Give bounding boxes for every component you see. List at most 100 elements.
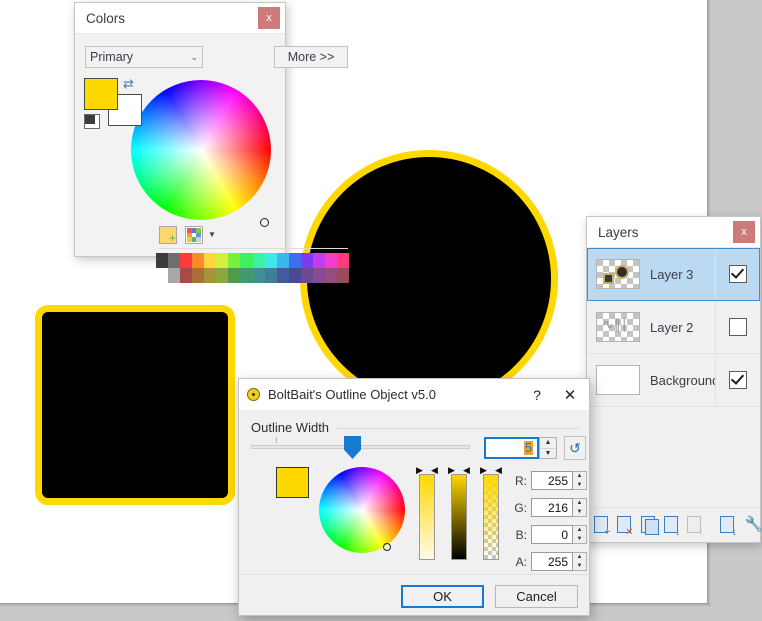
stepper-up-icon[interactable]: ▲ xyxy=(573,499,586,508)
stepper-down-icon[interactable]: ▼ xyxy=(573,562,586,571)
layers-window-titlebar[interactable]: Layers x xyxy=(587,217,760,248)
reset-icon[interactable]: ↺ xyxy=(564,436,586,460)
palette-swatch-bright-14[interactable] xyxy=(324,253,337,268)
channel-input[interactable]: 0 xyxy=(531,525,573,544)
channel-stepper[interactable]: ▲ ▼ xyxy=(573,471,587,490)
stepper-up-icon[interactable]: ▲ xyxy=(573,553,586,562)
layer-row[interactable]: Background xyxy=(587,354,760,407)
channel-r[interactable]: R: 255 ▲ ▼ xyxy=(511,471,587,490)
dialog-color-swatch[interactable] xyxy=(276,467,309,498)
swap-colors-icon[interactable]: ⇄ xyxy=(123,76,134,92)
dialog-color-wheel[interactable] xyxy=(319,467,405,553)
palette-swatch-muted-9[interactable] xyxy=(264,268,277,283)
palette-swatch-bright-11[interactable] xyxy=(288,253,301,268)
palette-swatch-bright-9[interactable] xyxy=(264,253,277,268)
layer-properties-icon[interactable]: 🔧 xyxy=(741,514,762,537)
stepper-down-icon[interactable]: ▼ xyxy=(540,449,556,459)
import-from-file-icon[interactable]: ↓ xyxy=(717,514,737,537)
layers-window[interactable]: Layers x Layer 3 ∿∥∣ Layer 2 Background + ✕ ↓… xyxy=(586,216,762,543)
palette-swatch-bright-6[interactable] xyxy=(228,253,241,268)
palette-swatch-bright-5[interactable] xyxy=(216,253,229,268)
palette-swatch-bright-1[interactable] xyxy=(168,253,181,268)
channel-a[interactable]: A: 255 ▲ ▼ xyxy=(511,552,587,571)
layer-visibility-checkbox[interactable] xyxy=(729,265,747,283)
channel-stepper[interactable]: ▲ ▼ xyxy=(573,552,587,571)
outline-width-input[interactable]: 5 xyxy=(484,437,539,459)
palette-swatch-muted-4[interactable] xyxy=(204,268,217,283)
saturation-slider[interactable] xyxy=(419,474,435,560)
color-slot-select[interactable]: Primary ⌄ xyxy=(85,46,203,68)
channel-g[interactable]: G: 216 ▲ ▼ xyxy=(511,498,587,517)
cancel-button[interactable]: Cancel xyxy=(495,585,578,608)
stepper-up-icon[interactable]: ▲ xyxy=(573,472,586,481)
palette-swatch-muted-2[interactable] xyxy=(180,268,193,283)
palette-swatch-bright-8[interactable] xyxy=(252,253,265,268)
layer-visibility-checkbox[interactable] xyxy=(729,318,747,336)
stepper-down-icon[interactable]: ▼ xyxy=(573,508,586,517)
colors-window[interactable]: Colors x Primary ⌄ More >> ⇄ + ▼ xyxy=(74,2,349,283)
palette-swatch-muted-15[interactable] xyxy=(336,268,349,283)
palette-swatch-muted-5[interactable] xyxy=(216,268,229,283)
ok-button[interactable]: OK xyxy=(401,585,484,608)
channel-input[interactable]: 255 xyxy=(531,552,573,571)
palette-swatch-muted-10[interactable] xyxy=(276,268,289,283)
add-color-icon[interactable]: + xyxy=(159,226,177,244)
palette-swatch-muted-0[interactable] xyxy=(156,268,169,283)
stepper-down-icon[interactable]: ▼ xyxy=(573,535,586,544)
add-new-layer-icon[interactable]: + xyxy=(591,514,610,537)
slider-thumb[interactable] xyxy=(344,436,361,459)
palette-swatch-bright-0[interactable] xyxy=(156,253,169,268)
palette-swatch-bright-3[interactable] xyxy=(192,253,205,268)
palette-swatch-bright-15[interactable] xyxy=(336,253,349,268)
channel-input[interactable]: 216 xyxy=(531,498,573,517)
layer-visibility-cell[interactable] xyxy=(715,354,760,406)
palette-swatches[interactable] xyxy=(156,253,349,283)
more-button[interactable]: More >> xyxy=(274,46,348,68)
palette-swatch-muted-11[interactable] xyxy=(288,268,301,283)
palette-swatch-bright-10[interactable] xyxy=(276,253,289,268)
help-icon[interactable]: ? xyxy=(523,387,551,403)
channel-input[interactable]: 255 xyxy=(531,471,573,490)
layer-row[interactable]: Layer 3 xyxy=(587,248,760,301)
stepper-up-icon[interactable]: ▲ xyxy=(573,526,586,535)
palette-swatch-muted-7[interactable] xyxy=(240,268,253,283)
layers-toolbar[interactable]: + ✕ ↓ ↑ ↓ 🔧 xyxy=(587,507,762,542)
palette-swatch-muted-1[interactable] xyxy=(168,268,181,283)
palette-swatch-muted-14[interactable] xyxy=(324,268,337,283)
palette-swatch-bright-4[interactable] xyxy=(204,253,217,268)
layers-list[interactable]: Layer 3 ∿∥∣ Layer 2 Background xyxy=(587,248,760,407)
colors-window-titlebar[interactable]: Colors x xyxy=(75,3,285,34)
primary-color-swatch[interactable] xyxy=(84,78,118,110)
stepper-up-icon[interactable]: ▲ xyxy=(540,438,556,449)
close-icon[interactable]: ✕ xyxy=(551,386,589,404)
palette-swatch-bright-7[interactable] xyxy=(240,253,253,268)
palette-swatch-muted-6[interactable] xyxy=(228,268,241,283)
channel-b[interactable]: B: 0 ▲ ▼ xyxy=(511,525,587,544)
palette-swatch-muted-8[interactable] xyxy=(252,268,265,283)
palette-swatch-bright-12[interactable] xyxy=(300,253,313,268)
channel-stepper[interactable]: ▲ ▼ xyxy=(573,498,587,517)
delete-layer-icon[interactable]: ✕ xyxy=(614,514,634,537)
stepper-down-icon[interactable]: ▼ xyxy=(573,481,586,490)
color-wheel[interactable] xyxy=(131,80,271,220)
close-icon[interactable]: x xyxy=(733,221,755,243)
close-icon[interactable]: x xyxy=(258,7,280,29)
value-slider[interactable] xyxy=(451,474,467,560)
layer-visibility-cell[interactable] xyxy=(715,248,760,300)
palette-icon[interactable] xyxy=(185,226,203,244)
palette-dropdown-icon[interactable]: ▼ xyxy=(208,230,216,239)
channel-stepper[interactable]: ▲ ▼ xyxy=(573,525,587,544)
reset-colors-icon[interactable] xyxy=(84,114,100,129)
outline-width-stepper[interactable]: ▲ ▼ xyxy=(539,437,557,459)
palette-swatch-bright-13[interactable] xyxy=(312,253,325,268)
artwork-black-square[interactable] xyxy=(35,305,235,505)
palette-swatch-muted-13[interactable] xyxy=(312,268,325,283)
outline-object-dialog[interactable]: BoltBait's Outline Object v5.0 ? ✕ Outli… xyxy=(238,378,590,616)
layer-row[interactable]: ∿∥∣ Layer 2 xyxy=(587,301,760,354)
alpha-slider[interactable] xyxy=(483,474,499,560)
duplicate-layer-icon[interactable] xyxy=(638,514,659,537)
palette-swatch-bright-2[interactable] xyxy=(180,253,193,268)
palette-swatch-muted-12[interactable] xyxy=(300,268,313,283)
layer-visibility-checkbox[interactable] xyxy=(729,371,747,389)
dialog-titlebar[interactable]: BoltBait's Outline Object v5.0 ? ✕ xyxy=(239,379,589,411)
